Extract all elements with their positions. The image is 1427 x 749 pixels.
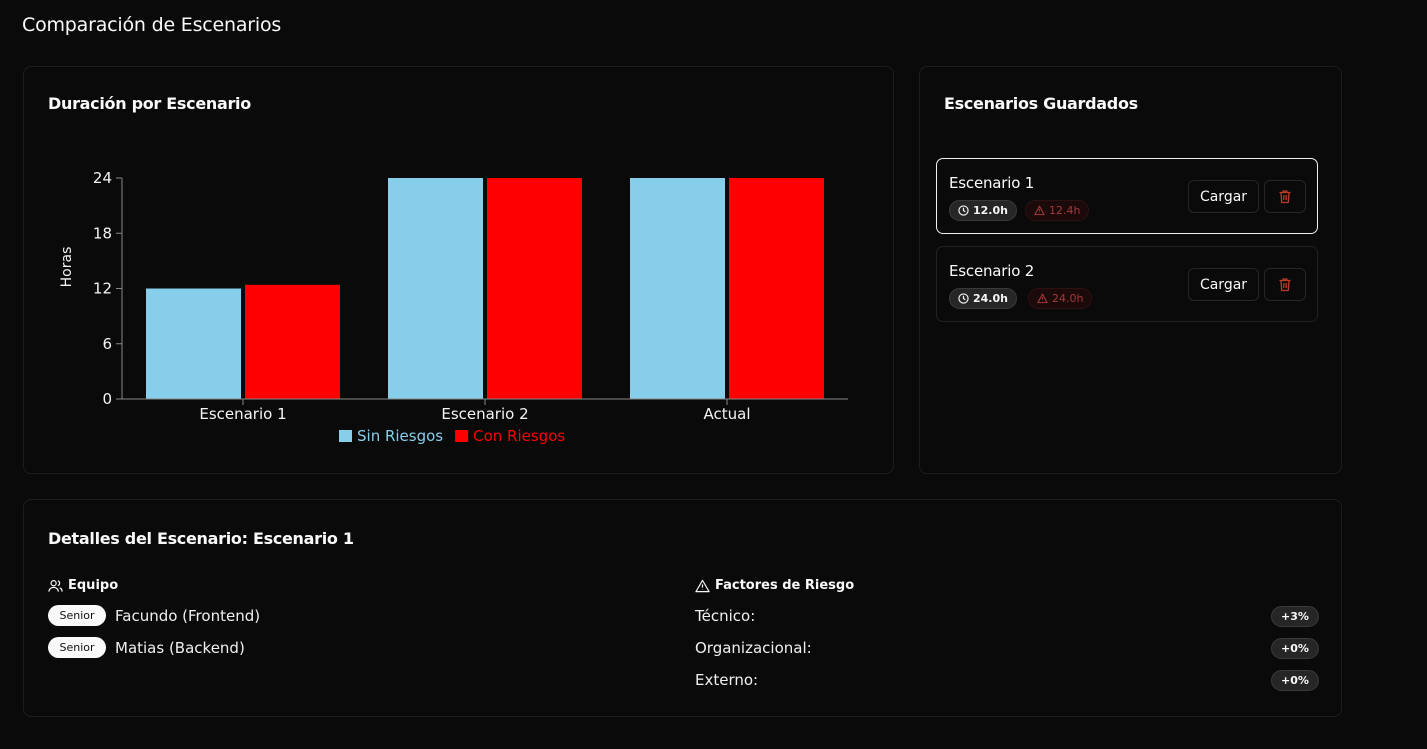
risk-factor-value: +0%: [1271, 637, 1319, 659]
scenario-name: Escenario 1: [949, 174, 1035, 192]
bar: [487, 178, 582, 399]
bar: [729, 178, 824, 399]
time-badge: 12.0h: [949, 200, 1017, 221]
scenario-details-card: Detalles del Escenario: Escenario 1 Equi…: [23, 499, 1342, 717]
risk-time-badge: 12.4h: [1025, 200, 1090, 221]
risk-label: Factores de Riesgo: [715, 578, 855, 593]
trash-icon: [1279, 190, 1291, 204]
x-tick-label: Actual: [704, 405, 751, 423]
clock-icon: [958, 293, 969, 304]
bar: [630, 178, 725, 399]
risk-factor-row: Externo: +0%: [695, 668, 1319, 692]
alert-triangle-icon: [1034, 205, 1045, 216]
delete-button[interactable]: [1264, 180, 1306, 213]
scenario-item[interactable]: Escenario 2 24.0h 24.0h Cargar: [936, 246, 1318, 322]
risk-section-label: Factores de Riesgo: [695, 578, 854, 593]
risk-factor-row: Organizacional: +0%: [695, 636, 1319, 660]
x-tick-label: Escenario 2: [441, 405, 528, 423]
legend-label: Sin Riesgos: [357, 427, 443, 445]
legend-swatch: [339, 430, 352, 442]
risk-factor-label: Técnico:: [695, 607, 756, 625]
time-badge: 24.0h: [949, 288, 1017, 309]
delete-button[interactable]: [1264, 268, 1306, 301]
risk-factor-label: Organizacional:: [695, 639, 812, 657]
clock-icon: [958, 205, 969, 216]
risk-time-badge: 24.0h: [1028, 288, 1093, 309]
team-member: Senior Facundo (Frontend): [48, 605, 260, 626]
alert-triangle-icon: [695, 579, 710, 592]
saved-scenarios-title: Escenarios Guardados: [944, 94, 1138, 113]
details-title: Detalles del Escenario: Escenario 1: [48, 529, 354, 548]
member-name: Matias (Backend): [115, 638, 245, 657]
team-section-label: Equipo: [48, 578, 118, 593]
level-badge: Senior: [48, 605, 106, 626]
scenario-name: Escenario 2: [949, 262, 1035, 280]
saved-scenarios-card: Escenarios Guardados Escenario 1 12.0h 1…: [919, 66, 1342, 474]
page-title: Comparación de Escenarios: [22, 14, 282, 36]
load-button[interactable]: Cargar: [1188, 180, 1259, 213]
bar: [146, 288, 241, 399]
member-name: Facundo (Frontend): [115, 606, 261, 625]
y-tick-label: 18: [93, 224, 112, 242]
time-value: 24.0h: [973, 292, 1008, 305]
bar: [245, 284, 340, 399]
y-tick-label: 24: [93, 169, 112, 187]
load-button[interactable]: Cargar: [1188, 268, 1259, 301]
y-tick-label: 12: [93, 280, 112, 298]
bar: [388, 178, 483, 399]
risk-time-value: 12.4h: [1049, 204, 1081, 217]
team-label: Equipo: [68, 578, 119, 593]
risk-factor-value: +0%: [1271, 669, 1319, 691]
legend-label: Con Riesgos: [473, 427, 565, 445]
y-tick-label: 6: [102, 335, 112, 353]
alert-triangle-icon: [1037, 293, 1048, 304]
risk-time-value: 24.0h: [1052, 292, 1084, 305]
chart-card: Duración por Escenario 0 6 12 18 24 Escenario…: [23, 66, 894, 474]
y-tick-label: 0: [102, 390, 112, 408]
risk-factor-label: Externo:: [695, 671, 759, 689]
risk-factor-row: Técnico: +3%: [695, 604, 1319, 628]
scenario-item[interactable]: Escenario 1 12.0h 12.4h Cargar: [936, 158, 1318, 234]
risk-factor-value: +3%: [1271, 605, 1319, 627]
legend-swatch: [455, 430, 469, 442]
duration-bar-chart: 0 6 12 18 24 Escenario 1 Escenario 2 Actual Hor…: [59, 169, 848, 445]
trash-icon: [1279, 278, 1291, 292]
level-badge: Senior: [48, 637, 106, 658]
team-member: Senior Matias (Backend): [48, 637, 245, 658]
x-tick-label: Escenario 1: [199, 405, 286, 423]
time-value: 12.0h: [973, 204, 1008, 217]
y-axis-label: Horas: [59, 247, 75, 288]
users-icon: [48, 579, 63, 592]
